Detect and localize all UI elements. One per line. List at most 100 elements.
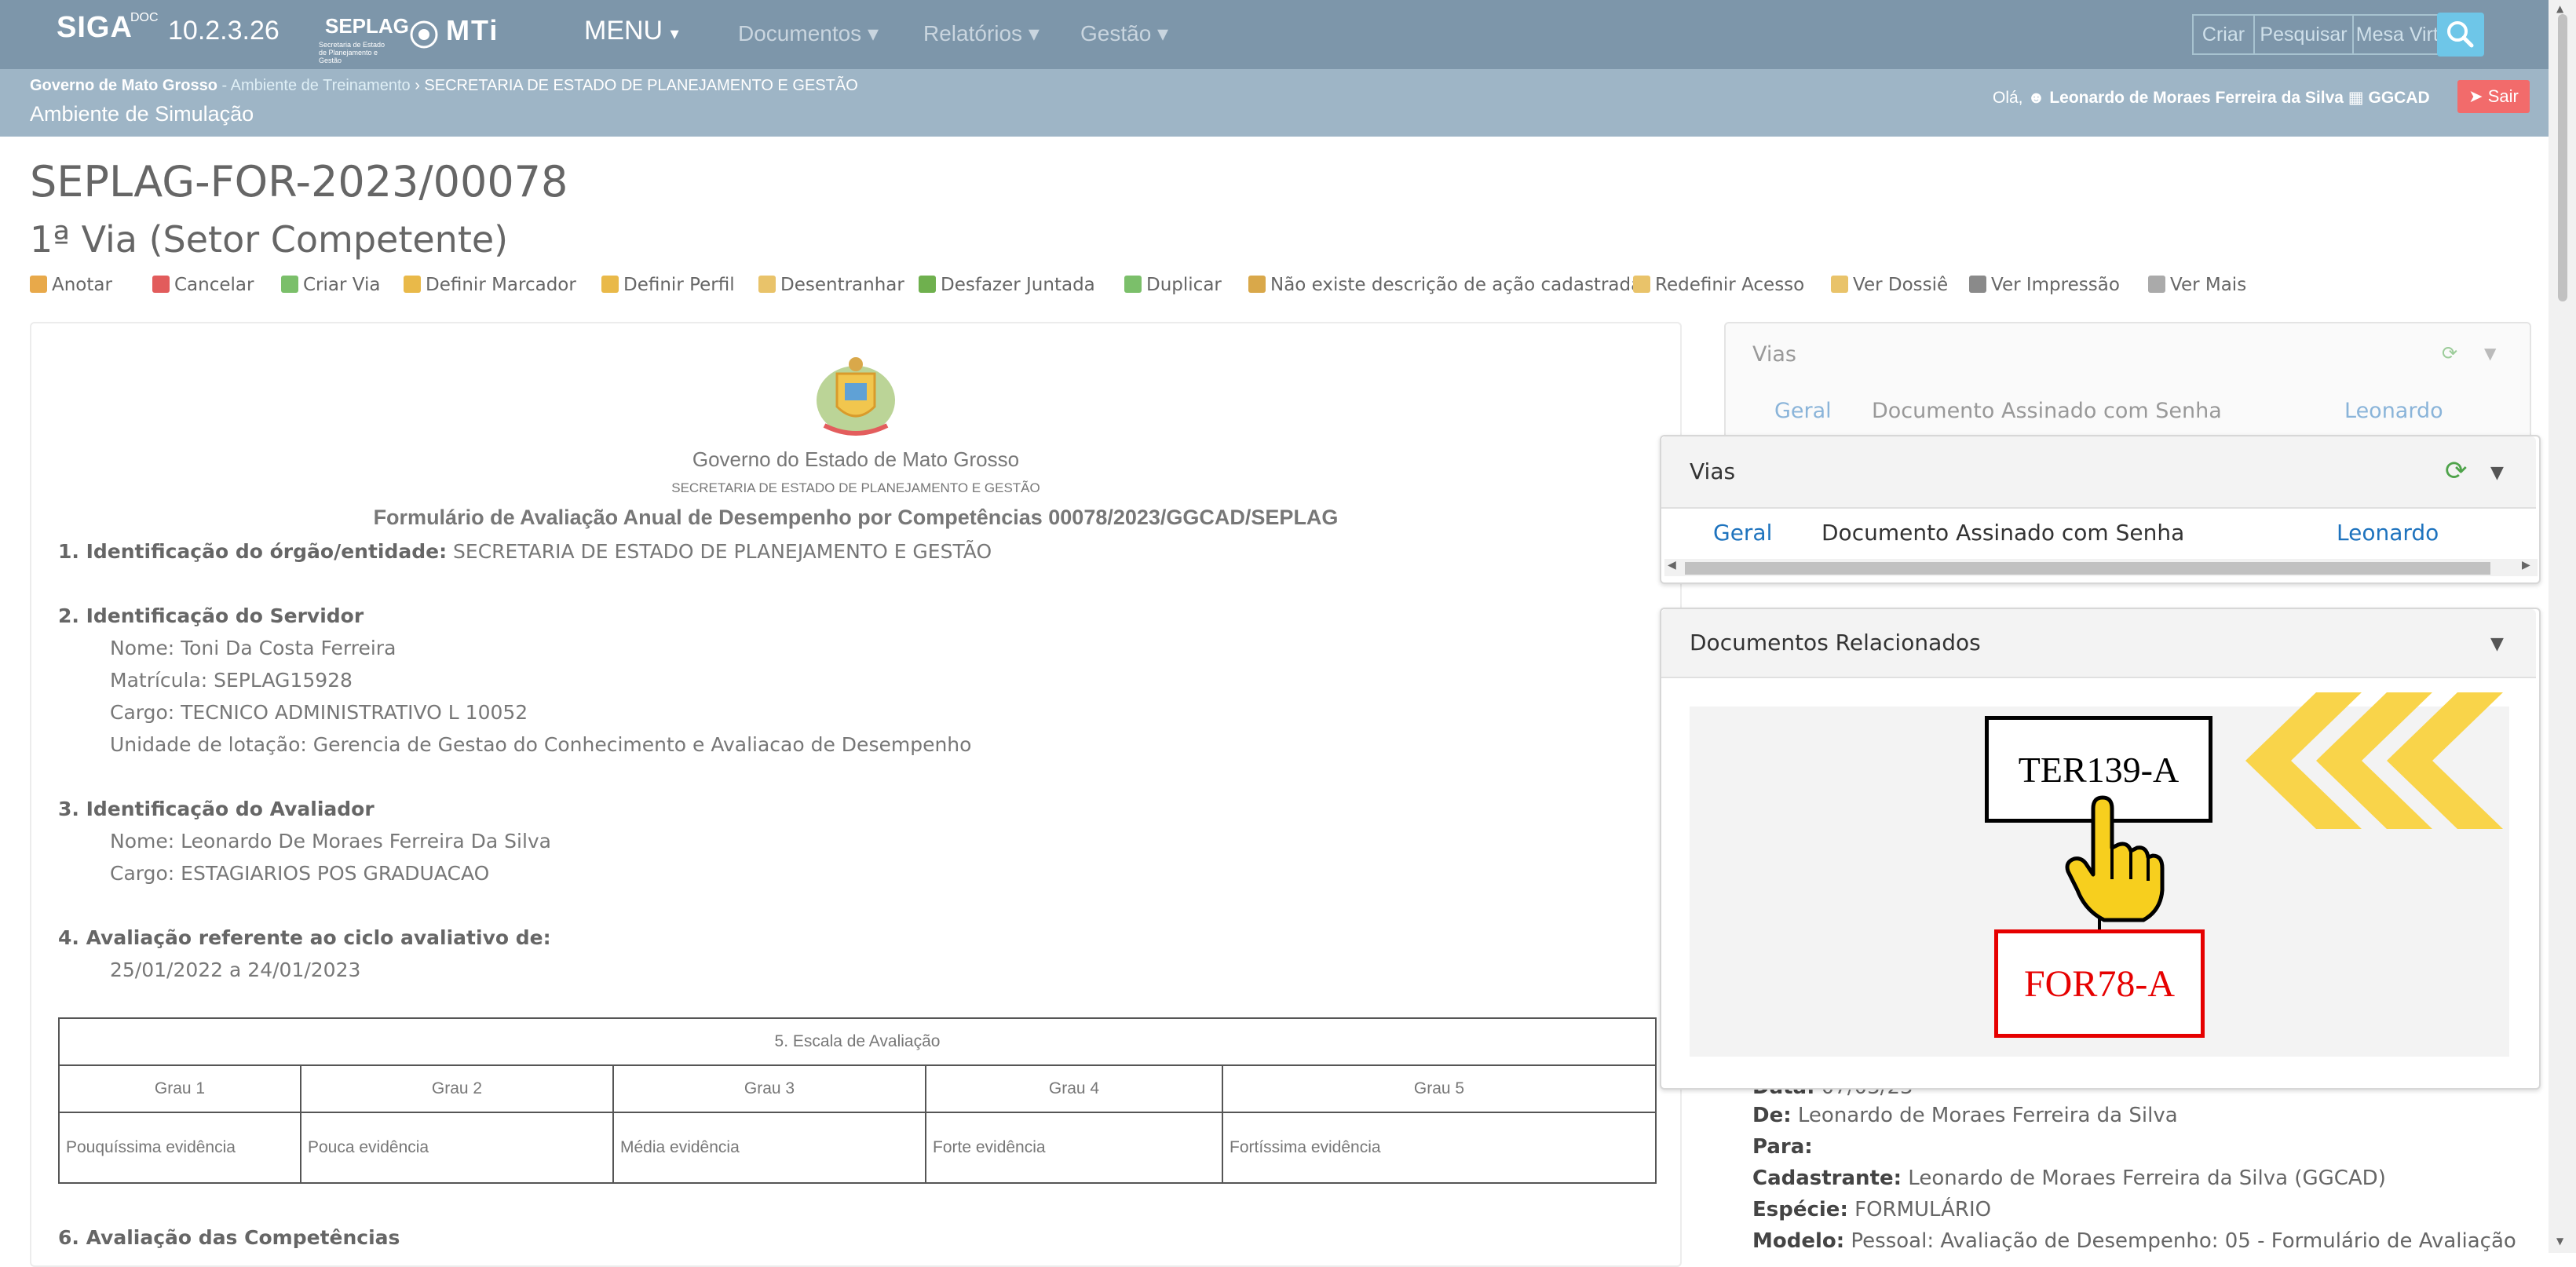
toolbar-label: Anotar [52, 275, 112, 295]
vias-panel-background [1724, 322, 2531, 451]
ver-dossie-button[interactable]: Ver Dossiê [1831, 275, 1948, 295]
page-subtitle: 1ª Via (Setor Competente) [30, 218, 509, 261]
desentranhar-icon [758, 276, 776, 293]
version-label: 10.2.3.26 [168, 16, 280, 46]
duplicar-button[interactable]: Duplicar [1124, 275, 1222, 295]
meta-modelo: Modelo: Pessoal: Avaliação de Desempenho… [1752, 1229, 2516, 1253]
avaliador-cargo: Cargo: ESTAGIARIOS POS GRADUACAO [110, 862, 490, 885]
menu-label: MENU [584, 16, 663, 46]
nav-relatorios[interactable]: Relatórios ▾ [923, 20, 1040, 46]
logout-label: Sair [2487, 86, 2519, 106]
scrollbar-thumb[interactable] [1685, 562, 2490, 575]
meta-esp-value: FORMULÁRIO [1854, 1198, 1992, 1221]
meta-para: Para: [1752, 1135, 1813, 1159]
collapse-caret-icon[interactable]: ▼ [2490, 634, 2504, 654]
scale-value: Fortíssima evidência [1222, 1112, 1657, 1184]
nav-documentos[interactable]: Documentos ▾ [738, 20, 879, 46]
scale-header: Grau 1 [58, 1064, 301, 1113]
related-node-for78[interactable]: FOR78-A [1994, 929, 2205, 1038]
scroll-right-icon[interactable]: ▶ [2522, 559, 2530, 571]
servidor-lotacao: Unidade de lotação: Gerencia de Gestao d… [110, 733, 972, 756]
ciclo-avaliativo: 25/01/2022 a 24/01/2023 [110, 958, 361, 981]
toolbar-label: Cancelar [174, 275, 254, 295]
toolbar-label: Ver Impressão [1991, 275, 2120, 295]
doc-form-title: Formulário de Avaliação Anual de Desempe… [373, 506, 1339, 529]
anotar-button[interactable]: Anotar [30, 275, 112, 295]
definir-perfil-button[interactable]: Definir Perfil [601, 275, 735, 295]
scale-header: Grau 5 [1222, 1064, 1657, 1113]
breadcrumb-section[interactable]: › SECRETARIA DE ESTADO DE PLANEJAMENTO E… [415, 77, 858, 94]
cancelar-button[interactable]: Cancelar [152, 275, 254, 295]
user-greeting: Olá, ☻ Leonardo de Moraes Ferreira da Si… [1993, 88, 2430, 108]
vias-title: Vias [1690, 458, 1736, 484]
ver-mais-button[interactable]: Ver Mais [2148, 275, 2246, 295]
search-icon [2447, 21, 2474, 48]
seplag-logo-sub: Secretaria de Estado de Planejamento e G… [319, 41, 385, 64]
nao-existe-descricao-icon [1248, 276, 1266, 293]
main-menu[interactable]: MENU ▾ [584, 16, 679, 46]
desfazer-juntada-icon [919, 276, 936, 293]
chevrons-left-icon [2245, 692, 2503, 829]
meta-mod-value: Pessoal: Avaliação de Desempenho: 05 - F… [1851, 1229, 2516, 1253]
ver-impressao-button[interactable]: Ver Impressão [1969, 275, 2120, 295]
servidor-cargo: Cargo: TECNICO ADMINISTRATIVO L 10052 [110, 701, 528, 724]
vias-back-who: Leonardo [2344, 399, 2443, 423]
servidor-matricula: Matrícula: SEPLAG15928 [110, 669, 353, 692]
meta-de-label: De: [1752, 1104, 1792, 1127]
scroll-left-icon[interactable]: ◀ [1668, 559, 1676, 571]
meta-cad-label: Cadastrante: [1752, 1167, 1902, 1190]
vias-back-tab: Geral [1774, 399, 1832, 423]
scrollbar-thumb[interactable] [2558, 14, 2567, 301]
user-icon: ☻ [2027, 89, 2045, 107]
scale-title: 5. Escala de Avaliação [58, 1017, 1657, 1066]
definir-marcador-button[interactable]: Definir Marcador [404, 275, 576, 295]
nav-gestao[interactable]: Gestão ▾ [1080, 20, 1168, 46]
ver-dossie-icon [1831, 276, 1848, 293]
vias-back-desc: Documento Assinado com Senha [1872, 399, 2222, 423]
top-navbar: SIGA DOC 10.2.3.26 SEPLAG Secretaria de … [0, 0, 2549, 69]
scale-value: Pouca evidência [300, 1112, 614, 1184]
scroll-up-icon[interactable]: ▲ [2556, 3, 2563, 14]
coat-of-arms-icon [817, 357, 895, 436]
caret-down-icon: ▾ [670, 24, 679, 43]
definir-perfil-icon [601, 276, 619, 293]
breadcrumb-gov[interactable]: Governo de Mato Grosso [30, 77, 217, 94]
breadcrumb-env: - Ambiente de Treinamento [221, 77, 411, 94]
criar-via-icon [281, 276, 298, 293]
user-name[interactable]: Leonardo de Moraes Ferreira da Silva [2049, 89, 2344, 107]
breadcrumb: Governo de Mato Grosso - Ambiente de Tre… [30, 77, 858, 95]
desfazer-juntada-button[interactable]: Desfazer Juntada [919, 275, 1095, 295]
section-3-label: 3. Identificação do Avaliador [58, 798, 375, 820]
meta-cadastrante: Cadastrante: Leonardo de Moraes Ferreira… [1752, 1167, 2386, 1190]
page-title: SEPLAG-FOR-2023/00078 [30, 157, 568, 206]
greeting-prefix: Olá, [1993, 89, 2023, 107]
desentranhar-button[interactable]: Desentranhar [758, 275, 904, 295]
siga-logo[interactable]: SIGA [57, 11, 133, 45]
building-icon: ▦ [2348, 89, 2364, 107]
meta-de-value: Leonardo de Moraes Ferreira da Silva [1797, 1104, 2178, 1127]
meta-para-label: Para: [1752, 1135, 1813, 1159]
logout-button[interactable]: ➤ Sair [2457, 80, 2530, 113]
criar-button[interactable]: Criar [2192, 14, 2255, 55]
refresh-icon[interactable]: ⟳ [2445, 455, 2468, 487]
nao-existe-descricao-button[interactable]: Não existe descrição de ação cadastrada. [1248, 275, 1648, 295]
doc-sec-header: SECRETARIA DE ESTADO DE PLANEJAMENTO E G… [671, 480, 1040, 495]
criar-via-button[interactable]: Criar Via [281, 275, 380, 295]
cancelar-icon [152, 276, 170, 293]
ver-mais-icon [2148, 276, 2165, 293]
vias-who[interactable]: Leonardo [2337, 520, 2439, 546]
pesquisar-button[interactable]: Pesquisar [2255, 14, 2354, 55]
caret-down-icon: ▼ [2484, 344, 2497, 363]
search-button[interactable] [2437, 13, 2484, 57]
duplicar-icon [1124, 276, 1142, 293]
vias-tab-geral[interactable]: Geral [1713, 520, 1772, 546]
collapse-caret-icon[interactable]: ▼ [2490, 463, 2504, 483]
anotar-icon [30, 276, 47, 293]
seplag-logo: SEPLAG [325, 14, 409, 38]
user-unit[interactable]: GGCAD [2368, 89, 2429, 107]
scroll-down-icon[interactable]: ▼ [2556, 1236, 2563, 1247]
vias-back-title: Vias [1752, 342, 1796, 367]
section-4-label: 4. Avaliação referente ao ciclo avaliati… [58, 926, 551, 949]
redefinir-acesso-button[interactable]: Redefinir Acesso [1633, 275, 1804, 295]
meta-cad-value: Leonardo de Moraes Ferreira da Silva (GG… [1908, 1167, 2386, 1190]
